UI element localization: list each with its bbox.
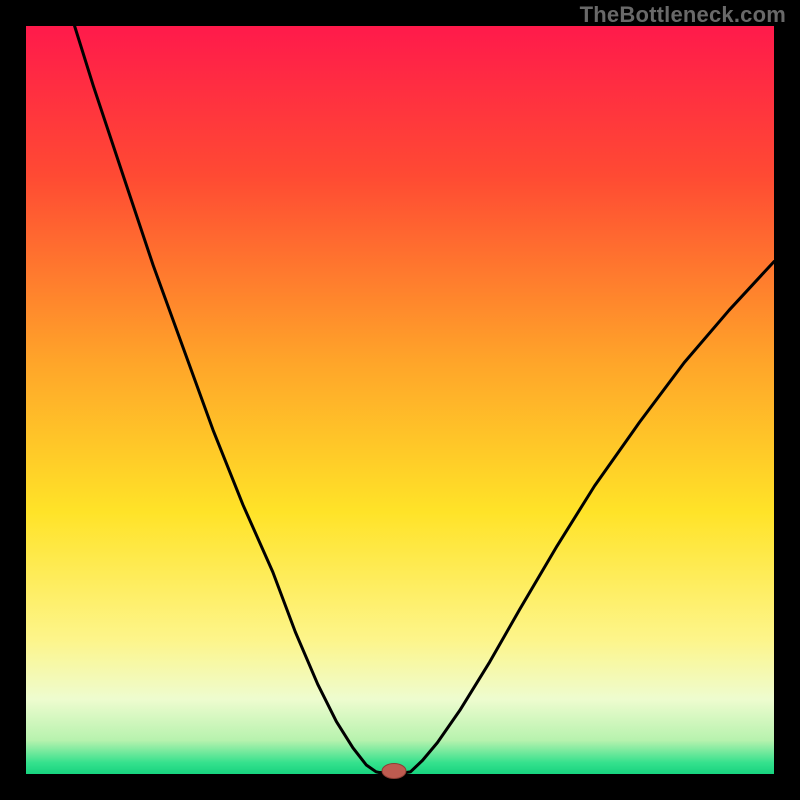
bottleneck-chart	[0, 0, 800, 800]
watermark-text: TheBottleneck.com	[580, 2, 786, 28]
chart-frame: { "watermark": "TheBottleneck.com", "col…	[0, 0, 800, 800]
plot-background	[26, 26, 774, 774]
optimal-marker	[382, 764, 406, 779]
